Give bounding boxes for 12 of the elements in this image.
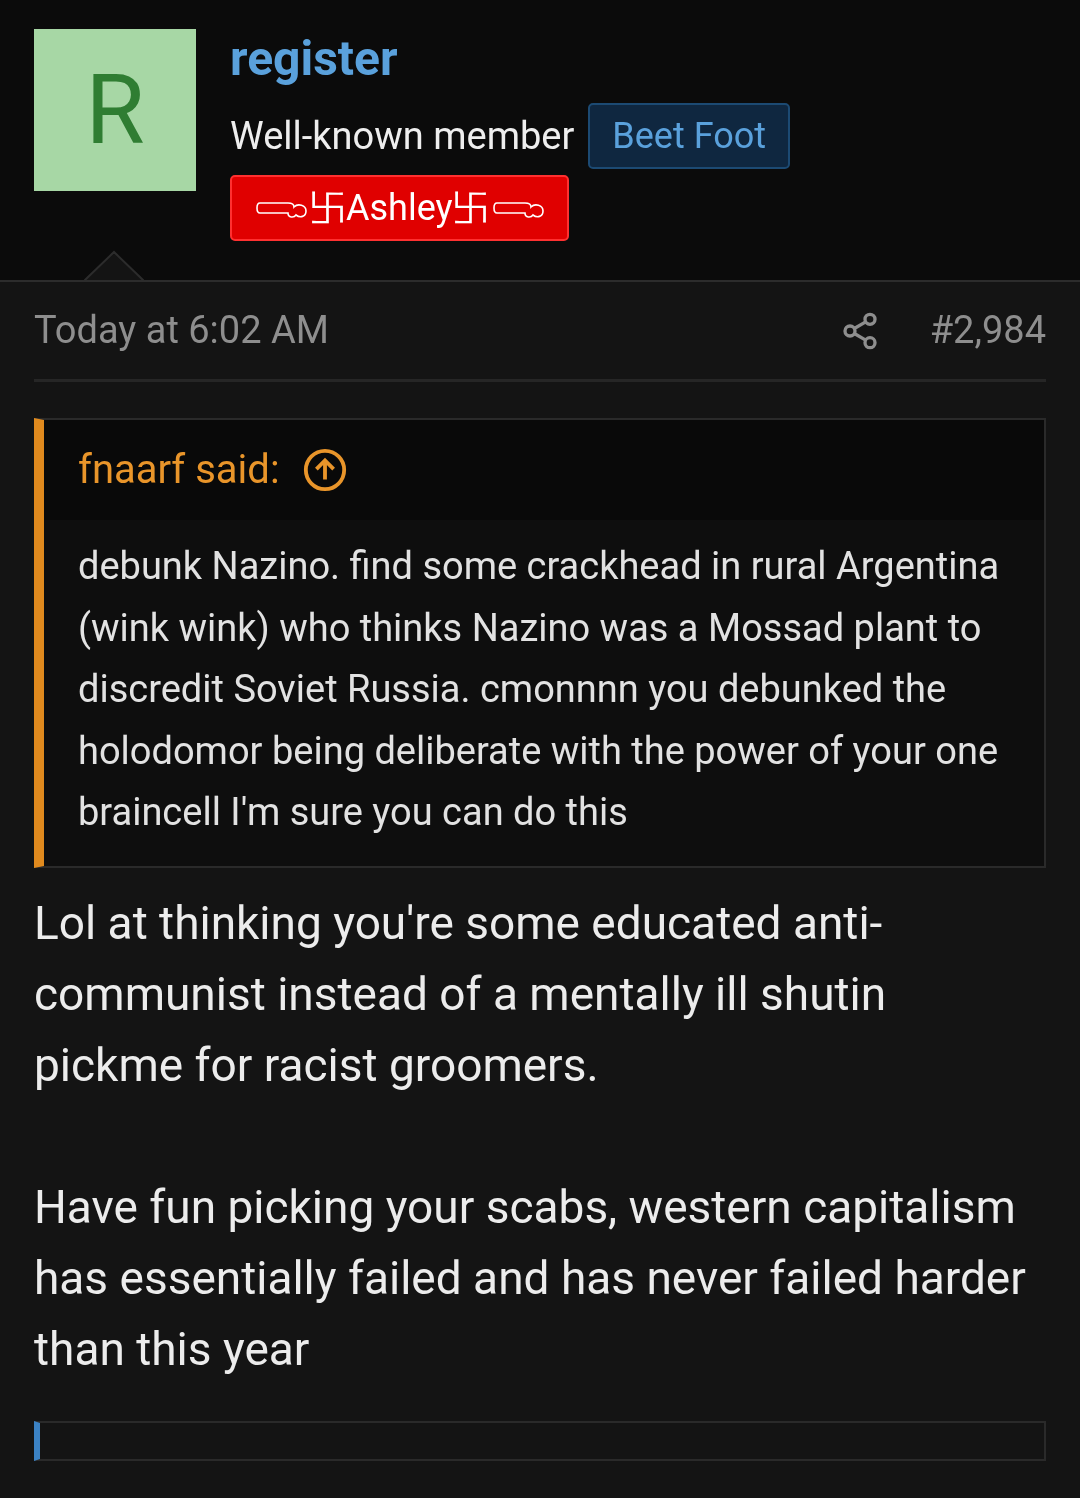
banner-text: 卐Ashley卐 bbox=[310, 190, 489, 226]
post-time[interactable]: Today at 6:02 AM bbox=[34, 302, 840, 359]
quote-author: fnaarf said: bbox=[78, 445, 280, 495]
arrow-up-circle-icon[interactable] bbox=[301, 447, 348, 493]
avatar: R bbox=[34, 29, 196, 191]
user-title: Well-known member bbox=[230, 117, 575, 155]
user-badge: Beet Foot bbox=[588, 103, 790, 169]
post-paragraph: Have fun picking your scabs, western capitalism has essentially failed and has never failed harder than this year bbox=[34, 1178, 1027, 1378]
quote-text: debunk Nazino. find some crackhead in rural Argentina (wink wink) who thinks Nazino was a Mossad plant to discredit Soviet Russia. cmonnnn you debunked the holodomor being deliberate with the power of your one braincell I'm sure you can do this bbox=[78, 543, 1001, 836]
username[interactable]: register bbox=[230, 27, 398, 91]
post-number[interactable]: #2,984 bbox=[929, 302, 1046, 359]
post-paragraph: Lol at thinking you're some educated anti-communist instead of a mentally ill shutin pickme for racist groomers. bbox=[34, 894, 888, 1094]
